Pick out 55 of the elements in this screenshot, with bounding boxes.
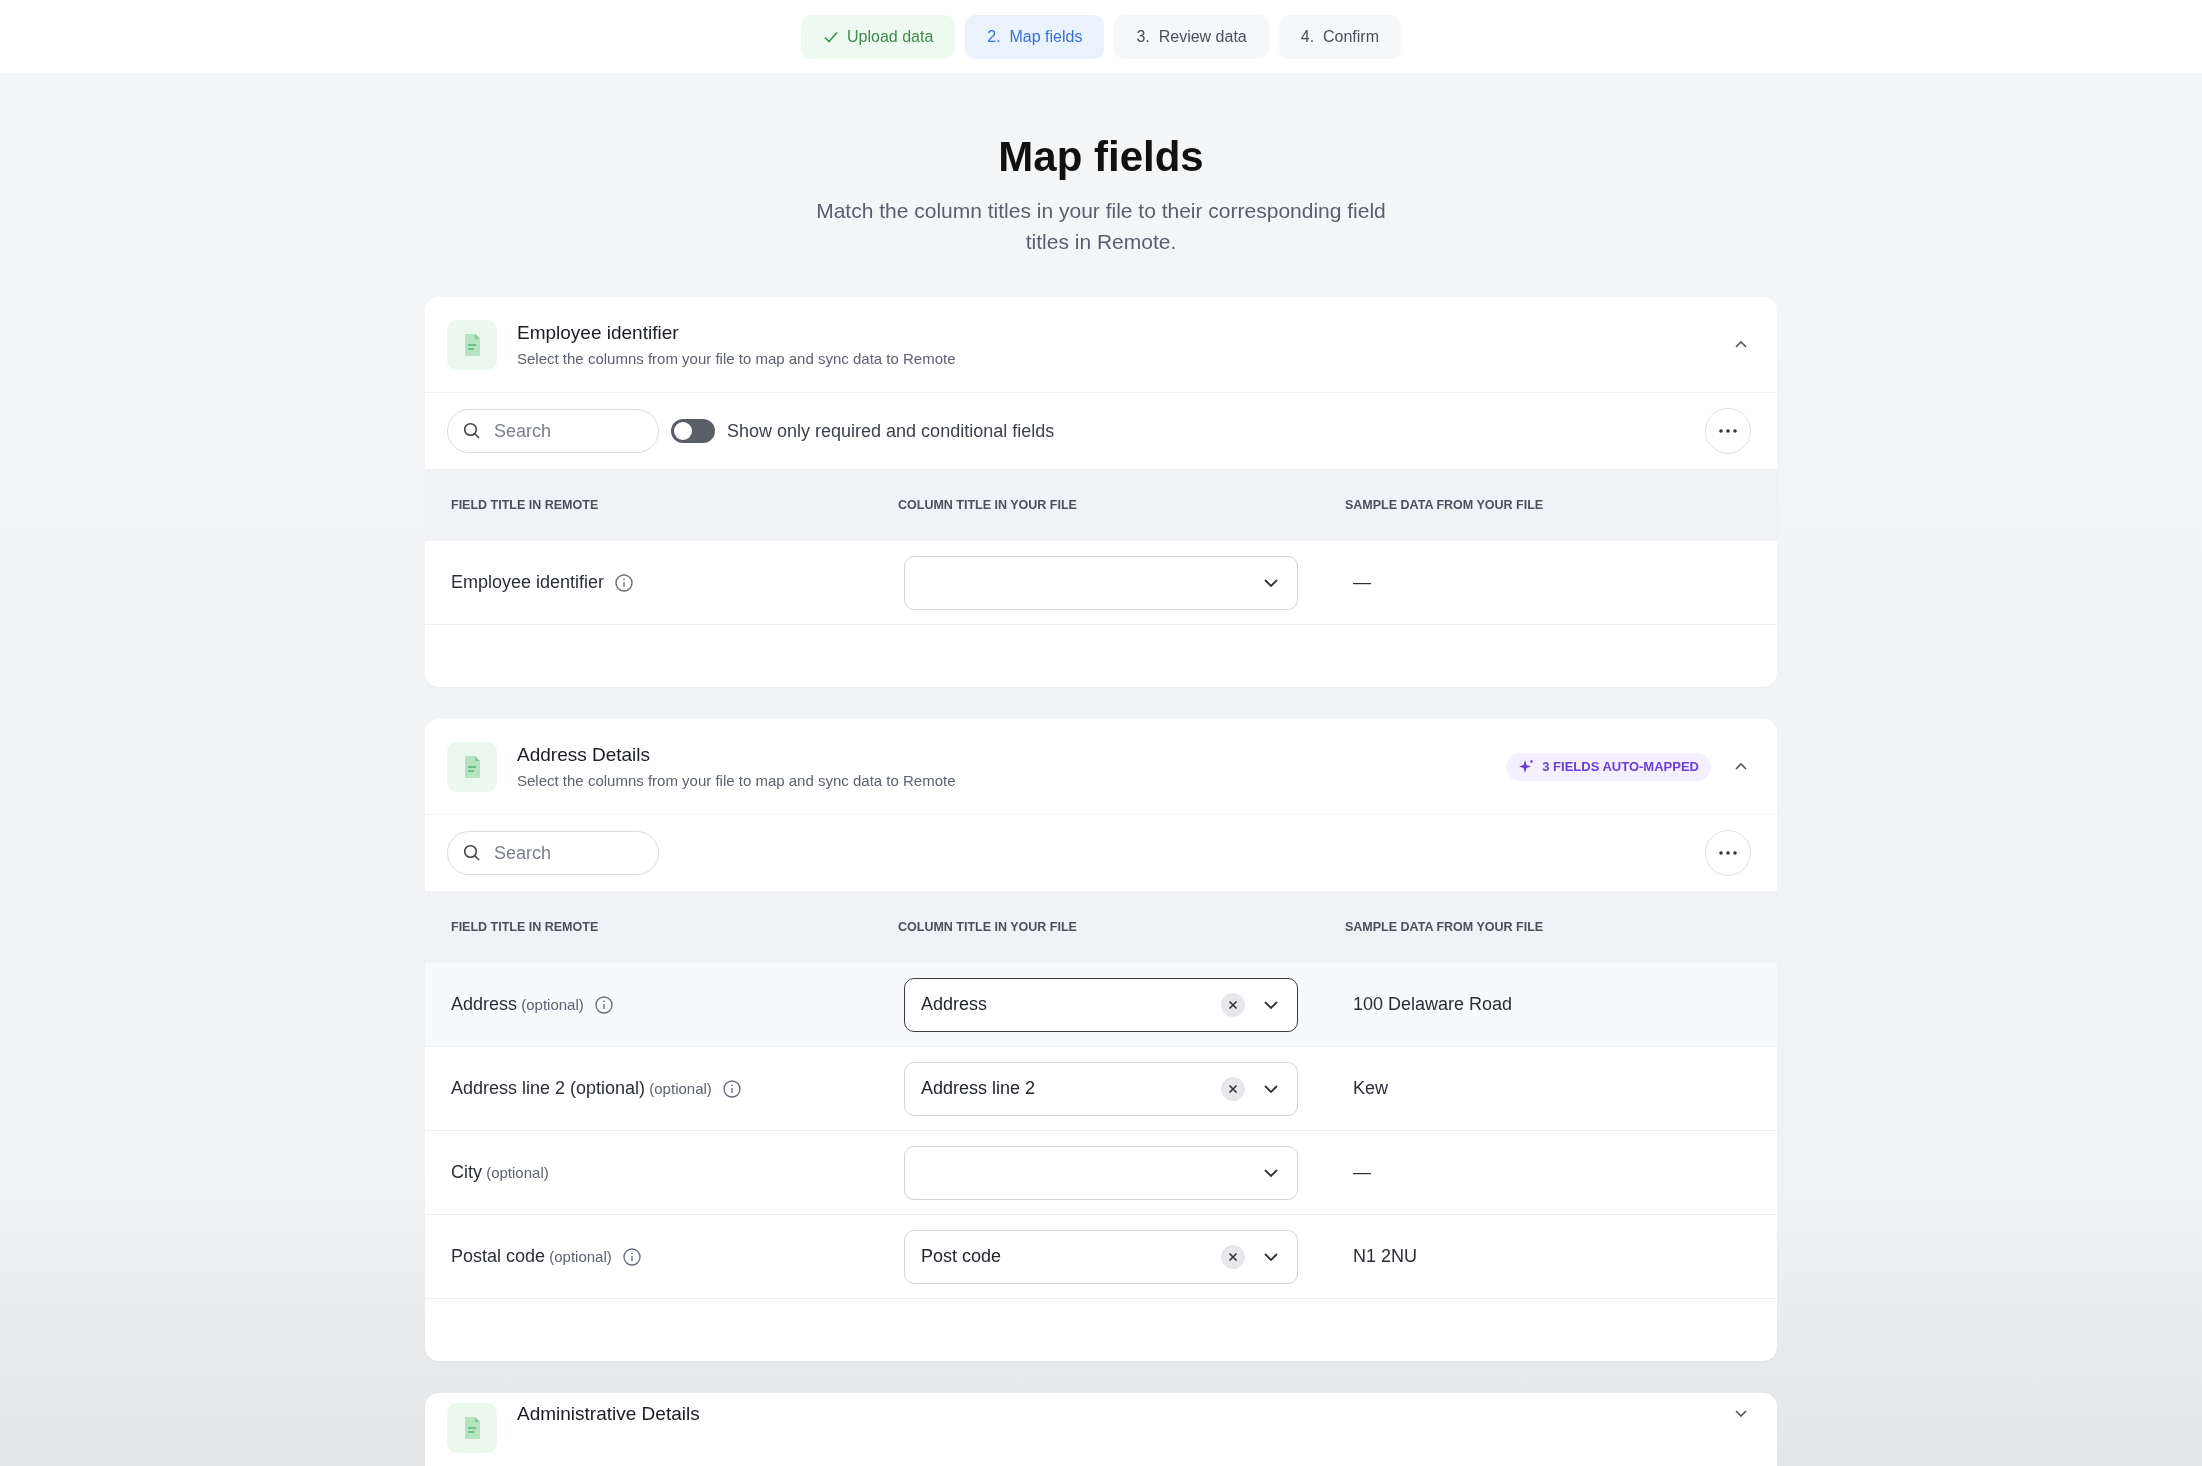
- column-header: FIELD TITLE IN REMOTE: [451, 920, 600, 934]
- selected-column: Post code: [921, 1246, 1205, 1267]
- toggle-switch[interactable]: [671, 419, 715, 443]
- clear-button[interactable]: [1221, 1244, 1245, 1269]
- sample-data: Kew: [1352, 1078, 1389, 1099]
- selected-column: Address line 2: [921, 1078, 1205, 1099]
- toggle-label: Show only required and conditional fields: [727, 420, 1055, 442]
- column-header: SAMPLE DATA FROM YOUR FILE: [1345, 498, 1545, 512]
- section-title: Administrative Details: [517, 1403, 701, 1425]
- close-icon: [1228, 1083, 1238, 1094]
- column-select[interactable]: Address: [904, 977, 1298, 1032]
- search-field[interactable]: Search: [447, 409, 659, 453]
- auto-mapped-badge: 3 FIELDS AUTO-MAPPED: [1506, 752, 1711, 781]
- sample-data: —: [1352, 572, 1372, 593]
- info-icon[interactable]: [721, 1078, 742, 1099]
- sample-data: N1 2NU: [1352, 1246, 1419, 1267]
- field-title: Address line 2 (optional) (optional): [451, 1078, 712, 1099]
- field-title: Employee identifier: [451, 572, 605, 593]
- column-header: COLUMN TITLE IN YOUR FILE: [898, 920, 1078, 934]
- column-header: SAMPLE DATA FROM YOUR FILE: [1345, 920, 1545, 934]
- search-icon: [463, 844, 481, 862]
- step-tab[interactable]: Upload data: [801, 14, 956, 59]
- step-tab[interactable]: 2. Map fields: [965, 14, 1105, 59]
- column-header: COLUMN TITLE IN YOUR FILE: [898, 498, 1078, 512]
- more-icon: [1719, 429, 1737, 433]
- column-select[interactable]: Post code: [904, 1229, 1298, 1284]
- clear-button[interactable]: [1221, 992, 1245, 1017]
- search-field[interactable]: Search: [447, 831, 659, 875]
- info-icon[interactable]: [593, 994, 614, 1015]
- clear-button[interactable]: [1221, 1076, 1245, 1101]
- selected-column: Address: [921, 994, 1205, 1015]
- field-title: City (optional): [451, 1162, 549, 1183]
- column-header: FIELD TITLE IN REMOTE: [451, 498, 600, 512]
- step-tab[interactable]: 3. Review data: [1114, 14, 1269, 59]
- section-description: Select the columns from your file to map and sync data to Remote: [517, 772, 957, 789]
- file-icon: [447, 741, 497, 792]
- close-icon: [1228, 999, 1238, 1010]
- close-icon: [1228, 1251, 1238, 1262]
- step-tab[interactable]: 4. Confirm: [1278, 14, 1401, 59]
- sample-data: —: [1352, 1162, 1372, 1183]
- section-title: Employee identifier: [517, 322, 680, 344]
- page-title: Map fields: [998, 133, 1204, 181]
- info-icon[interactable]: [621, 1246, 642, 1267]
- page-subtitle: Match the column titles in your file to their corresponding field titles in Remote.: [815, 198, 1387, 255]
- file-icon: [447, 1403, 497, 1453]
- info-icon[interactable]: [614, 572, 635, 593]
- more-icon: [1719, 851, 1737, 855]
- section-title: Address Details: [517, 744, 652, 766]
- field-title: Postal code (optional): [451, 1246, 612, 1267]
- search-icon: [463, 422, 481, 440]
- field-title: Address (optional): [451, 994, 584, 1015]
- sample-data: 100 Delaware Road: [1352, 994, 1514, 1015]
- file-icon: [447, 319, 497, 370]
- section-description: Select the columns from your file to map and sync data to Remote: [517, 350, 957, 367]
- column-select[interactable]: Address line 2: [904, 1061, 1298, 1116]
